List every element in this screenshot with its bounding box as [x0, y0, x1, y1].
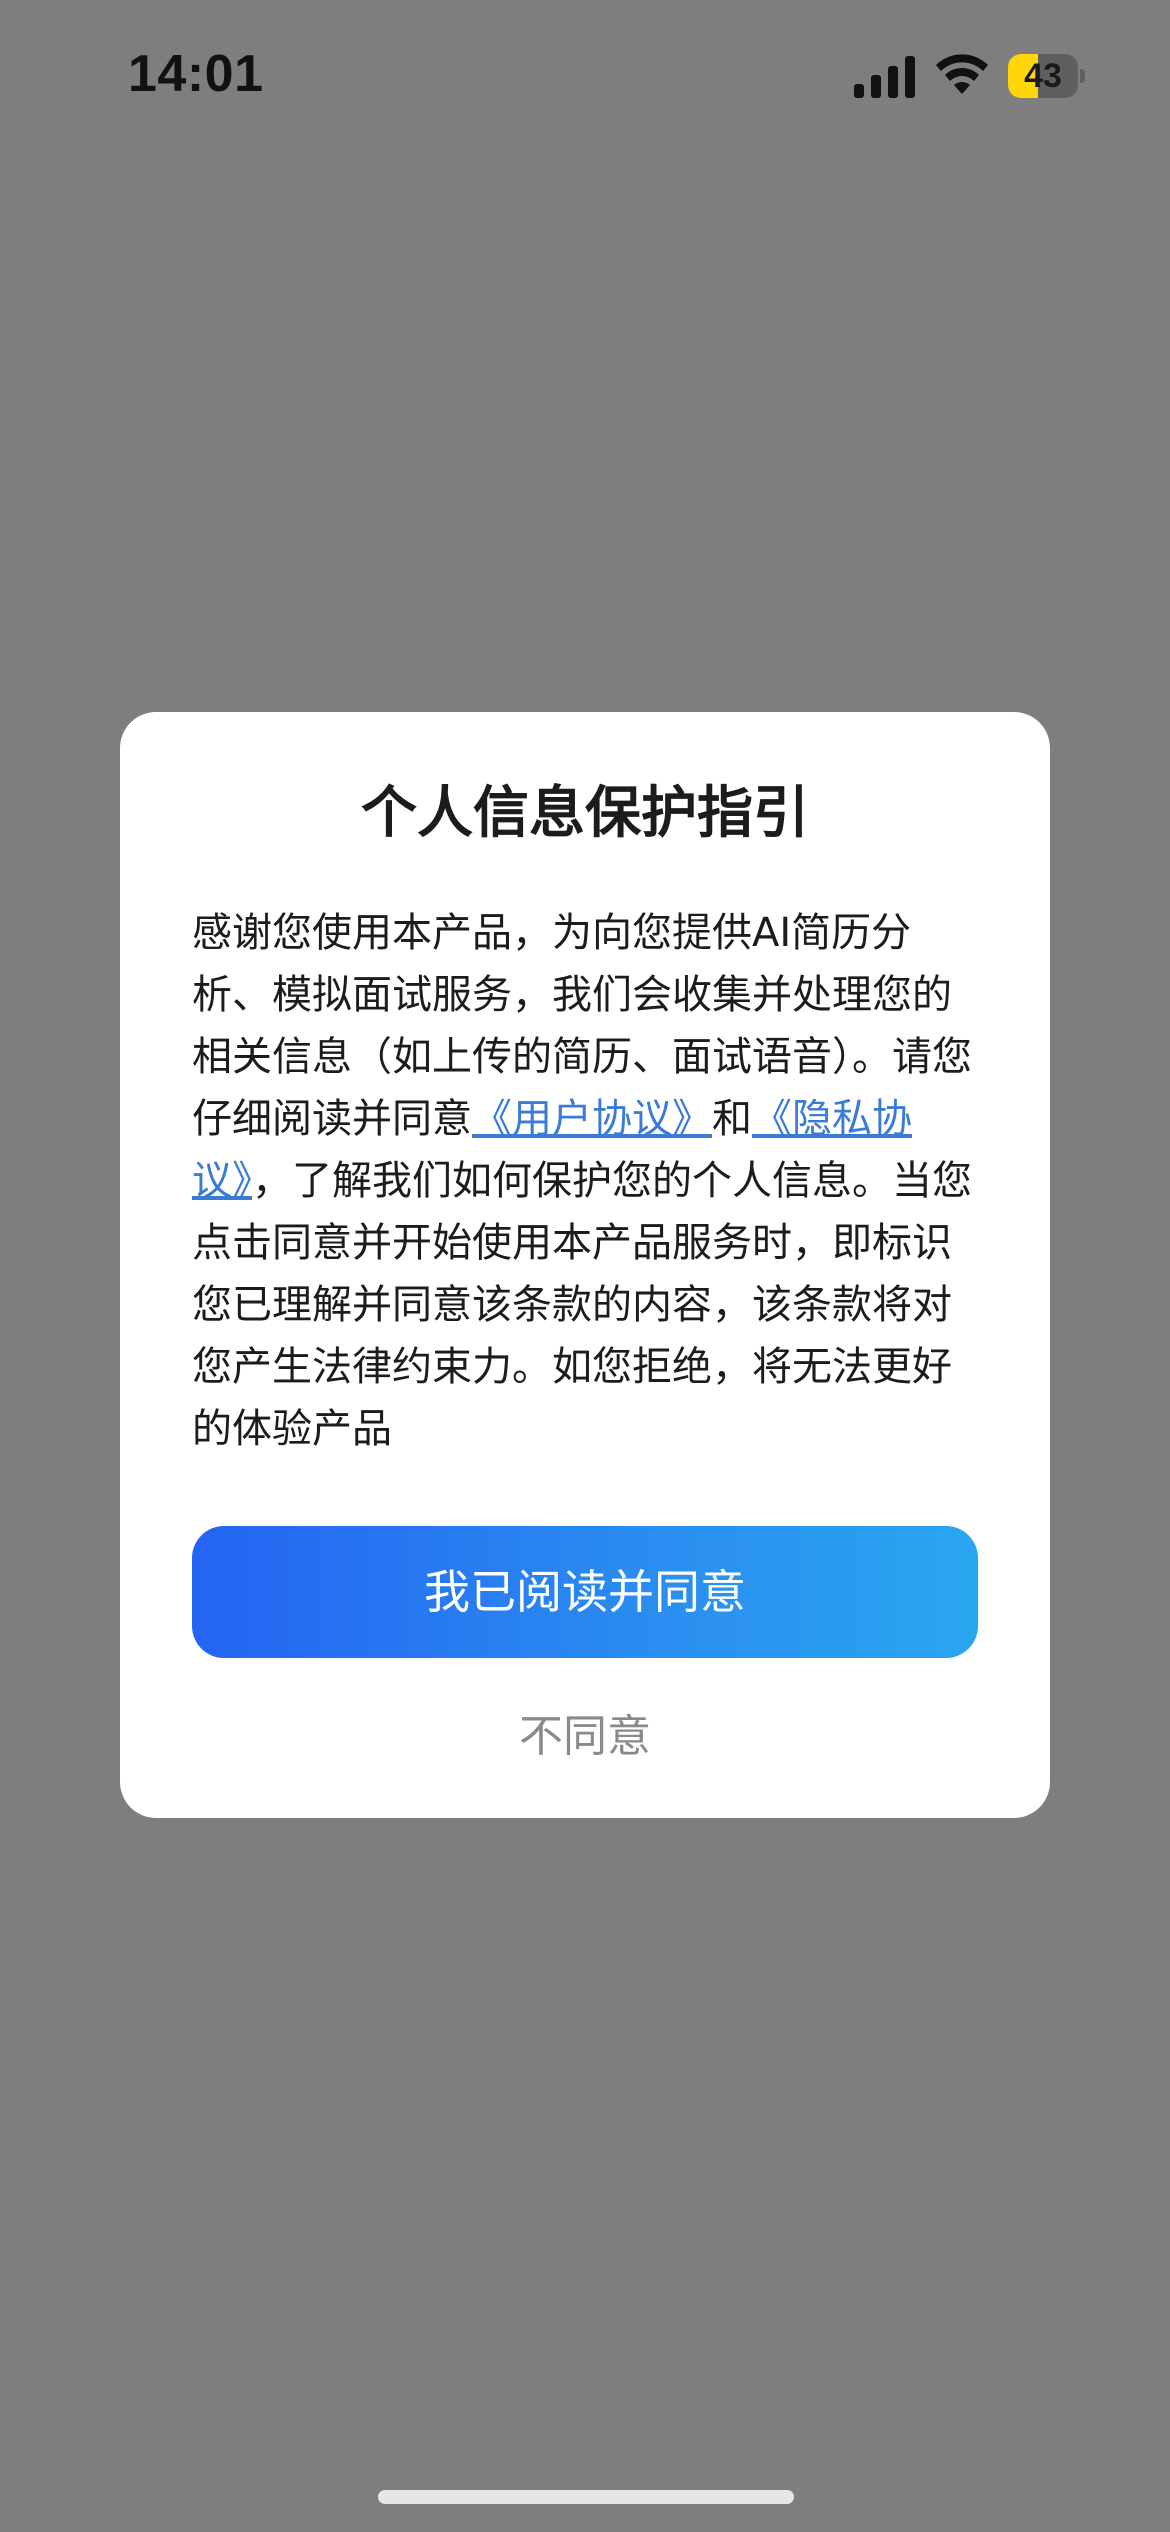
status-bar: 14:01 43: [0, 0, 1170, 150]
cellular-signal-icon: [854, 56, 915, 98]
battery-percentage: 43: [1024, 57, 1062, 95]
home-indicator[interactable]: [378, 2490, 794, 2504]
body-text-conjunction: 和: [712, 1096, 752, 1142]
body-text-part2: ，了解我们如何保护您的个人信息。当您点击同意并开始使用本产品服务时，即标识您已理…: [192, 1158, 972, 1452]
status-time: 14:01: [128, 45, 264, 103]
user-agreement-link[interactable]: 《用户协议》: [472, 1096, 712, 1142]
privacy-dialog: 个人信息保护指引 感谢您使用本产品，为向您提供AI简历分析、模拟面试服务，我们会…: [120, 712, 1050, 1818]
wifi-icon: [936, 54, 988, 94]
battery-icon: 43: [1008, 54, 1086, 98]
dialog-title: 个人信息保护指引: [361, 781, 809, 846]
dialog-body-text: 感谢您使用本产品，为向您提供AI简历分析、模拟面试服务，我们会收集并处理您的相关…: [192, 902, 982, 1460]
disagree-button[interactable]: 不同意: [120, 1702, 1050, 1772]
agree-button[interactable]: 我已阅读并同意: [192, 1526, 978, 1658]
